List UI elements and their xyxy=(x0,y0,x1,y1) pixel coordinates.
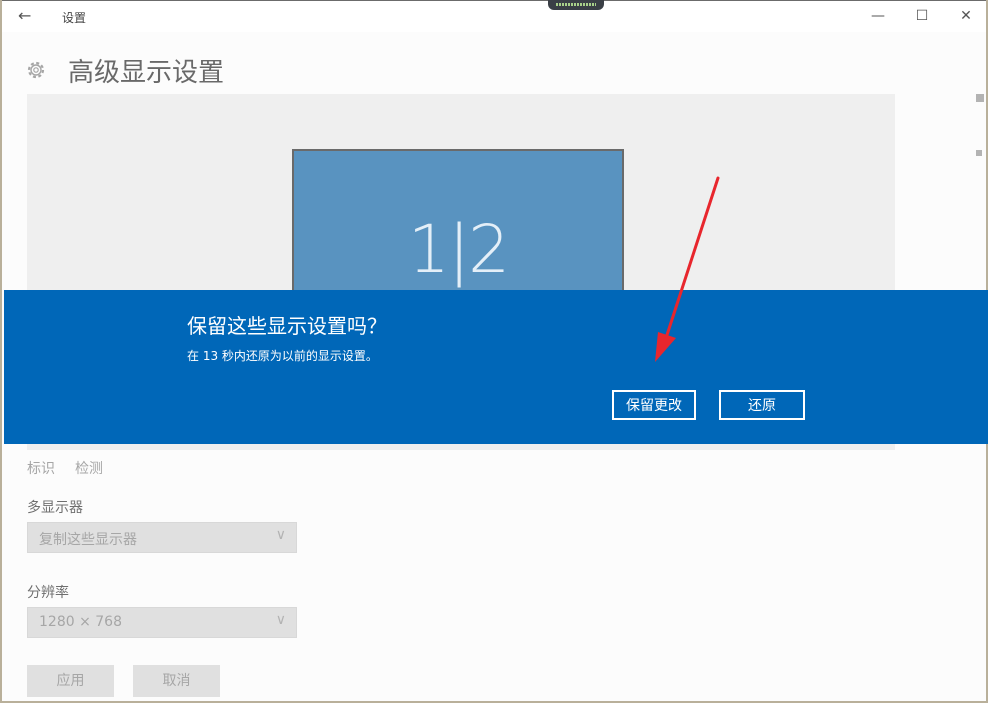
handle-indicator xyxy=(556,3,596,6)
back-arrow-icon[interactable]: ← xyxy=(18,5,38,27)
window-title: 设置 xyxy=(62,11,87,25)
keep-changes-button[interactable]: 保留更改 xyxy=(612,390,696,420)
close-button[interactable]: ✕ xyxy=(954,5,978,27)
minimize-button[interactable]: — xyxy=(866,5,890,27)
revert-button[interactable]: 还原 xyxy=(719,390,805,420)
settings-window: ← 设置 — ☐ ✕ 高级显示设置 1|2 标识 检测 多显示器 复制这些显示器… xyxy=(0,0,988,703)
keep-display-settings-dialog: 保留这些显示设置吗？ 在 13 秒内还原为以前的显示设置。 保留更改 还原 xyxy=(4,290,988,444)
maximize-button[interactable]: ☐ xyxy=(910,5,934,27)
dialog-message: 在 13 秒内还原为以前的显示设置。 xyxy=(187,349,378,363)
dialog-title: 保留这些显示设置吗？ xyxy=(187,314,387,338)
title-bar: ← 设置 — ☐ ✕ xyxy=(2,0,986,32)
top-handle xyxy=(548,0,604,10)
